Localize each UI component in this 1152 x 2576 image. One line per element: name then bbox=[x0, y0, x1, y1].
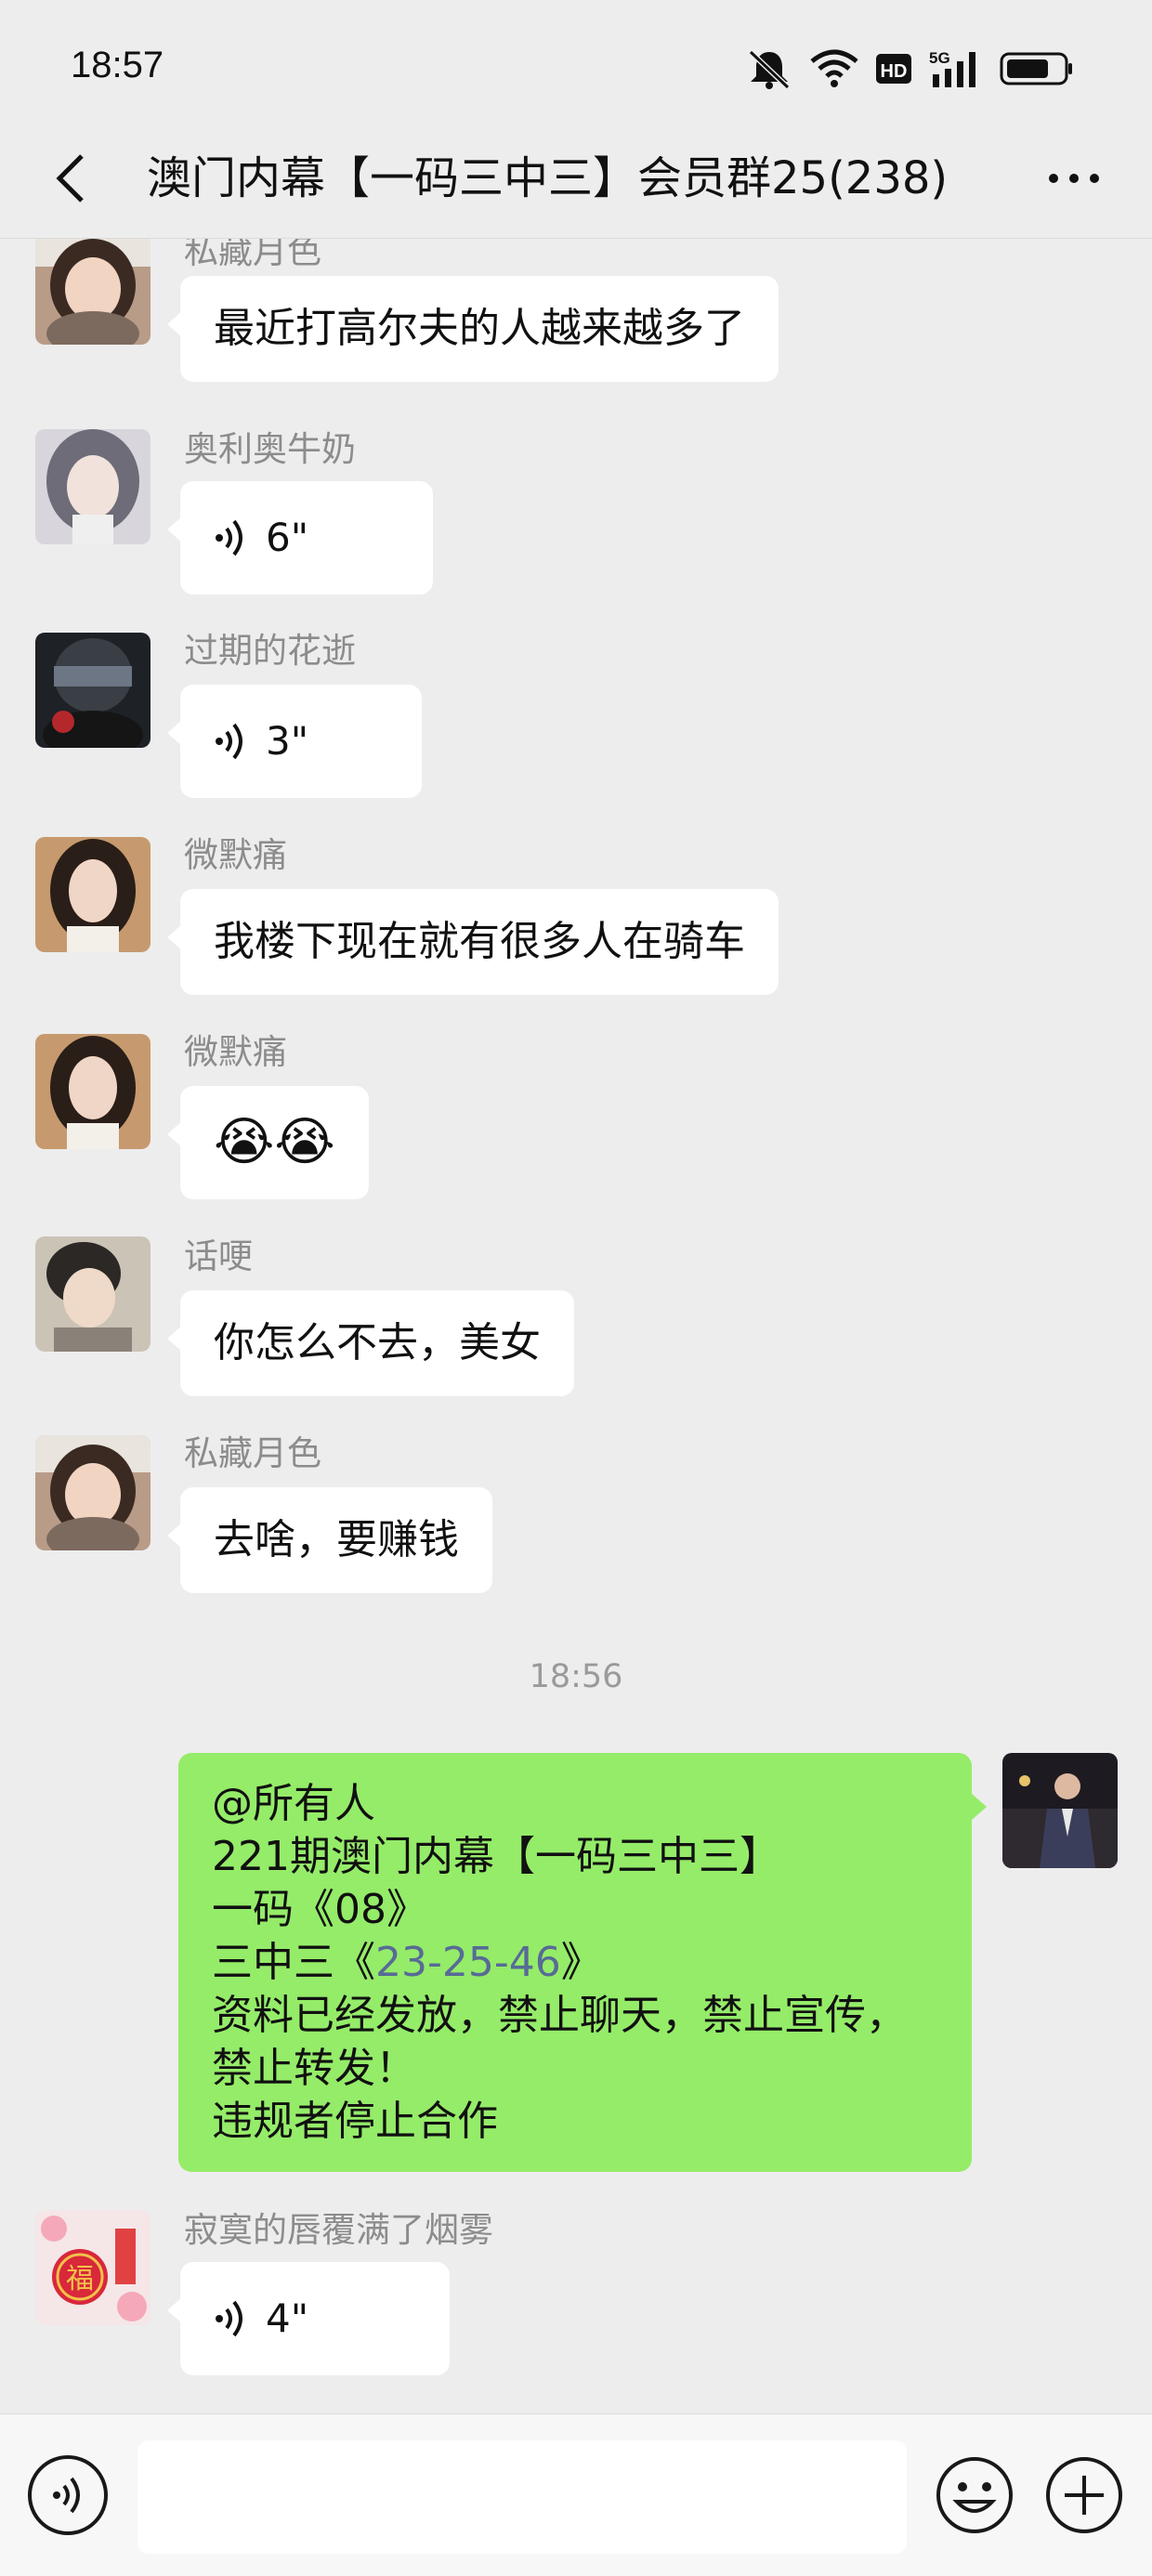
emoji-icon bbox=[936, 2457, 1013, 2533]
battery-icon bbox=[1000, 52, 1072, 85]
status-bar: 18:57 HD 5G bbox=[0, 0, 1152, 121]
emoji-button[interactable] bbox=[935, 2455, 1015, 2535]
message-text: 你怎么不去，美女 bbox=[214, 1319, 541, 1366]
sender-name: 奥利奥牛奶 bbox=[184, 429, 356, 469]
voice-duration: 3" bbox=[266, 718, 309, 764]
avatar[interactable] bbox=[35, 1435, 151, 1550]
more-dot bbox=[1090, 174, 1099, 183]
avatar[interactable] bbox=[35, 239, 151, 345]
message-bubble[interactable]: 去啥，要赚钱 bbox=[167, 1487, 492, 1593]
message-line: 禁止转发！ bbox=[212, 2045, 416, 2092]
message-text: 》 bbox=[560, 1939, 602, 1986]
plus-icon bbox=[1046, 2457, 1122, 2533]
plus-button[interactable] bbox=[1044, 2455, 1124, 2535]
sender-name: 私藏月色 bbox=[184, 239, 321, 271]
sender-name: 私藏月色 bbox=[184, 1433, 321, 1473]
more-dot bbox=[1069, 174, 1079, 183]
sender-name: 寂寞的唇覆满了烟雾 bbox=[184, 2210, 493, 2250]
message-text: 去啥，要赚钱 bbox=[214, 1516, 459, 1563]
avatar[interactable] bbox=[35, 1034, 151, 1149]
avatar[interactable] bbox=[35, 837, 151, 952]
message-timestamp: 18:56 bbox=[529, 1658, 623, 1695]
status-icons: HD 5G bbox=[745, 45, 1074, 93]
emoji-text: 😭😭 bbox=[214, 1112, 335, 1172]
message-text: 最近打高尔夫的人越来越多了 bbox=[214, 305, 745, 352]
message-input[interactable] bbox=[137, 2440, 907, 2554]
message-line: @所有人 bbox=[212, 1780, 375, 1827]
message-text: 三中三《 bbox=[212, 1939, 375, 1986]
voice-wave-icon bbox=[216, 723, 242, 760]
message-line: 221期澳门内幕【一码三中三】 bbox=[212, 1833, 780, 1880]
back-button[interactable] bbox=[33, 141, 108, 216]
more-dot bbox=[1049, 174, 1058, 183]
voice-wave-icon bbox=[216, 2300, 242, 2337]
voice-wave-icon bbox=[216, 519, 242, 556]
message-bubble[interactable]: 我楼下现在就有很多人在骑车 bbox=[167, 889, 779, 995]
voice-duration: 4" bbox=[266, 2295, 309, 2341]
hd-icon: HD bbox=[876, 54, 911, 84]
mute-bell-icon bbox=[748, 49, 791, 89]
voice-mode-button[interactable] bbox=[28, 2455, 108, 2535]
avatar[interactable] bbox=[35, 429, 151, 544]
message-text: 我楼下现在就有很多人在骑车 bbox=[214, 918, 745, 965]
status-time: 18:57 bbox=[71, 45, 164, 85]
avatar[interactable] bbox=[35, 633, 151, 748]
message-line: 一码《08》 bbox=[212, 1886, 427, 1933]
hd-label: HD bbox=[881, 61, 908, 82]
voice-message[interactable]: 4" bbox=[167, 2262, 450, 2375]
message-line: 违规者停止合作 bbox=[212, 2098, 498, 2145]
svg-text:福: 福 bbox=[66, 2263, 94, 2295]
chevron-left-icon bbox=[56, 154, 84, 203]
my-avatar[interactable] bbox=[1002, 1753, 1118, 1868]
voice-message[interactable]: 3" bbox=[167, 685, 422, 798]
avatar[interactable] bbox=[35, 1236, 151, 1352]
chat-message-list[interactable]: 私藏月色 最近打高尔夫的人越来越多了 奥利奥牛奶 6" 过期的花逝 3" 微默痛… bbox=[0, 239, 1152, 2413]
input-bar bbox=[0, 2413, 1152, 2576]
sender-name: 话哽 bbox=[184, 1236, 253, 1276]
5g-signal-icon: 5G bbox=[929, 49, 975, 87]
sender-name: 微默痛 bbox=[184, 835, 287, 875]
voice-mode-icon bbox=[53, 2477, 80, 2514]
message-line: 资料已经发放，禁止聊天，禁止宣传， bbox=[212, 1992, 907, 2039]
network-label: 5G bbox=[929, 49, 950, 67]
message-bubble[interactable]: 最近打高尔夫的人越来越多了 bbox=[167, 276, 779, 382]
message-line: 三中三《23-25-46》 bbox=[212, 1936, 938, 1989]
message-bubble[interactable]: 你怎么不去，美女 bbox=[167, 1290, 574, 1396]
voice-duration: 6" bbox=[266, 515, 309, 560]
voice-message[interactable]: 6" bbox=[167, 481, 433, 595]
chat-header: 澳门内幕【一码三中三】会员群25(238) bbox=[0, 121, 1152, 239]
my-message-bubble[interactable]: @所有人 221期澳门内幕【一码三中三】 一码《08》 三中三《23-25-46… bbox=[178, 1753, 987, 2172]
number-link[interactable]: 23-25-46 bbox=[375, 1939, 561, 1986]
more-options-button[interactable] bbox=[1029, 141, 1119, 216]
avatar[interactable]: 福 bbox=[35, 2210, 151, 2325]
wifi-icon bbox=[810, 49, 858, 87]
sender-name: 微默痛 bbox=[184, 1032, 287, 1072]
sender-name: 过期的花逝 bbox=[184, 631, 356, 671]
chat-title: 澳门内幕【一码三中三】会员群25(238) bbox=[147, 152, 949, 204]
emoji-message[interactable]: 😭😭 bbox=[167, 1086, 369, 1199]
